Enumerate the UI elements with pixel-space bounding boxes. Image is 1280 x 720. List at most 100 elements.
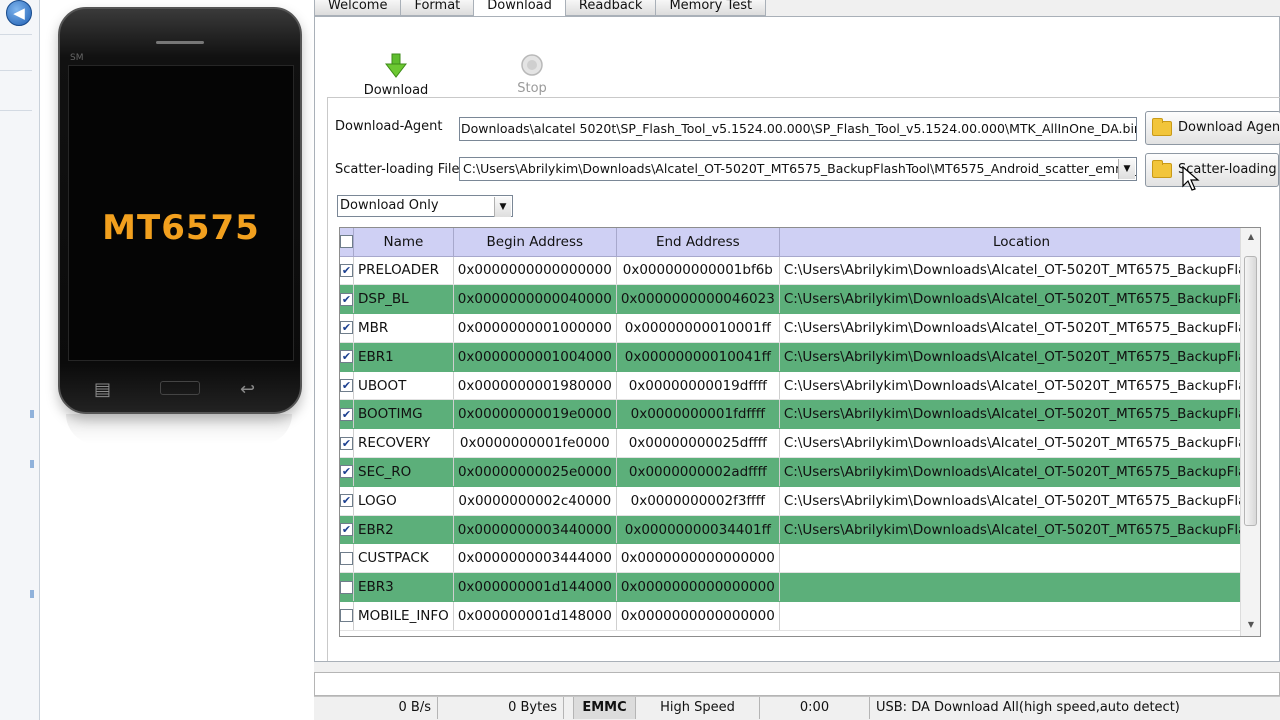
select-all-checkbox[interactable] — [340, 228, 354, 257]
location-path: C:\Users\Abrilykim\Downloads\Alcatel_OT-… — [779, 313, 1260, 343]
partition-name: EBR1 — [353, 342, 454, 372]
table-scrollbar[interactable]: ▲ ▼ — [1240, 228, 1260, 636]
strip-divider — [0, 110, 32, 111]
phone-brand-mark: SM — [70, 53, 84, 63]
status-spacer — [564, 697, 574, 719]
status-speed: High Speed — [636, 697, 760, 719]
download-agent-path[interactable]: Downloads\alcatel 5020t\SP_Flash_Tool_v5… — [459, 117, 1137, 141]
table-row[interactable]: ✔ LOGO 0x0000000002c40000 0x0000000002f3fff… — [340, 486, 1260, 516]
download-button[interactable]: Download — [361, 53, 431, 98]
table-row[interactable]: ✔ EBR1 0x0000000001004000 0x00000000010041f… — [340, 342, 1260, 372]
location-path — [779, 543, 1260, 574]
checked-checkbox[interactable]: ✔ — [340, 494, 353, 508]
table-row[interactable]: ✔ BOOTIMG 0x00000000019e0000 0x0000000001fd… — [340, 399, 1260, 430]
partition-name: UBOOT — [353, 371, 454, 401]
checked-checkbox[interactable]: ✔ — [340, 263, 353, 277]
row-checkbox-cell[interactable]: ✔ — [340, 371, 354, 401]
table-row[interactable]: ✔ DSP_BL 0x0000000000040000 0x0000000000046… — [340, 284, 1260, 315]
table-row[interactable]: ✔ EBR2 0x0000000003440000 0x00000000034401f… — [340, 515, 1260, 545]
tab-memory-test[interactable]: Memory Test — [655, 0, 767, 16]
table-row[interactable]: CUSTPACK 0x0000000003444000 0x000000000000… — [340, 543, 1260, 574]
download-mode-select[interactable]: Download Only ▼ — [337, 195, 513, 217]
end-address: 0x00000000019dffff — [616, 371, 780, 401]
row-checkbox-cell[interactable]: ✔ — [340, 284, 354, 315]
row-checkbox-cell[interactable]: ✔ — [340, 342, 354, 372]
location-path — [779, 601, 1260, 631]
unchecked-checkbox[interactable] — [340, 609, 353, 623]
row-checkbox-cell[interactable]: ✔ — [340, 486, 354, 516]
stop-icon — [521, 54, 543, 76]
checked-checkbox[interactable]: ✔ — [340, 321, 353, 335]
location-path: C:\Users\Abrilykim\Downloads\Alcatel_OT-… — [779, 399, 1260, 430]
partition-name: MBR — [353, 313, 454, 343]
location-path: C:\Users\Abrilykim\Downloads\Alcatel_OT-… — [779, 371, 1260, 401]
scatter-loading-path[interactable]: C:\Users\Abrilykim\Downloads\Alcatel_OT-… — [459, 157, 1137, 181]
tab-format[interactable]: Format — [400, 0, 475, 16]
location-path: C:\Users\Abrilykim\Downloads\Alcatel_OT-… — [779, 342, 1260, 372]
row-checkbox-cell[interactable] — [340, 601, 354, 631]
begin-address: 0x0000000001000000 — [453, 313, 617, 343]
table-row[interactable]: MOBILE_INFO 0x000000001d148000 0x000000000… — [340, 601, 1260, 631]
status-usb-mode: USB: DA Download All(high speed,auto det… — [876, 700, 1180, 715]
scrollbar-thumb[interactable] — [1244, 256, 1257, 526]
download-agent-button-label: Download Agent — [1178, 120, 1280, 135]
row-checkbox-cell[interactable] — [340, 572, 354, 603]
begin-address: 0x00000000019e0000 — [453, 399, 617, 430]
location-path: C:\Users\Abrilykim\Downloads\Alcatel_OT-… — [779, 256, 1260, 286]
progress-bar — [314, 672, 1280, 696]
download-button-label: Download — [363, 83, 429, 98]
row-checkbox-cell[interactable]: ✔ — [340, 399, 354, 430]
stop-button[interactable]: Stop — [505, 53, 559, 96]
location-path: C:\Users\Abrilykim\Downloads\Alcatel_OT-… — [779, 515, 1260, 545]
table-row[interactable]: ✔ RECOVERY 0x0000000001fe0000 0x00000000025… — [340, 428, 1260, 459]
select-all-box[interactable] — [340, 235, 353, 249]
unchecked-checkbox[interactable] — [340, 551, 353, 565]
end-address: 0x000000000001bf6b — [616, 256, 780, 286]
end-address: 0x00000000010041ff — [616, 342, 780, 372]
download-agent-path-text: Downloads\alcatel 5020t\SP_Flash_Tool_v5… — [461, 121, 1137, 136]
table-row[interactable]: ✔ PRELOADER 0x0000000000000000 0x0000000000… — [340, 256, 1260, 286]
begin-address: 0x0000000001980000 — [453, 371, 617, 401]
table-row[interactable]: EBR3 0x000000001d144000 0x0000000000000000 — [340, 572, 1260, 603]
row-checkbox-cell[interactable] — [340, 543, 354, 574]
folder-icon — [1152, 118, 1172, 136]
row-checkbox-cell[interactable]: ✔ — [340, 457, 354, 487]
partition-name: DSP_BL — [353, 284, 454, 315]
tab-welcome[interactable]: Welcome — [314, 0, 402, 16]
download-agent-button[interactable]: Download Agent — [1145, 111, 1280, 145]
end-address: 0x0000000002f3ffff — [616, 486, 780, 516]
scroll-down-icon[interactable]: ▼ — [1241, 620, 1260, 629]
strip-marker — [30, 410, 34, 418]
checked-checkbox[interactable]: ✔ — [340, 523, 353, 537]
column-header-location[interactable]: Location — [779, 228, 1260, 257]
location-path: C:\Users\Abrilykim\Downloads\Alcatel_OT-… — [779, 428, 1260, 459]
table-row[interactable]: ✔ MBR 0x0000000001000000 0x00000000010001ff… — [340, 313, 1260, 343]
scroll-up-icon[interactable]: ▲ — [1241, 232, 1260, 241]
back-arrow-icon[interactable]: ◀ — [6, 0, 32, 26]
checked-checkbox[interactable]: ✔ — [340, 465, 353, 479]
checked-checkbox[interactable]: ✔ — [340, 292, 353, 306]
row-checkbox-cell[interactable]: ✔ — [340, 428, 354, 459]
status-storage-type: EMMC — [574, 697, 636, 719]
column-header-end-address[interactable]: End Address — [616, 228, 780, 257]
tab-readback[interactable]: Readback — [564, 0, 657, 16]
table-row[interactable]: ✔ SEC_RO 0x00000000025e0000 0x0000000002adf… — [340, 457, 1260, 487]
tab-download[interactable]: Download — [473, 0, 566, 17]
chevron-down-icon[interactable]: ▼ — [1118, 159, 1135, 179]
checked-checkbox[interactable]: ✔ — [340, 436, 353, 450]
begin-address: 0x0000000002c40000 — [453, 486, 617, 516]
chevron-down-icon[interactable]: ▼ — [494, 197, 511, 217]
location-path: C:\Users\Abrilykim\Downloads\Alcatel_OT-… — [779, 486, 1260, 516]
checked-checkbox[interactable]: ✔ — [340, 350, 353, 364]
end-address: 0x00000000010001ff — [616, 313, 780, 343]
checked-checkbox[interactable]: ✔ — [340, 407, 353, 421]
table-row[interactable]: ✔ UBOOT 0x0000000001980000 0x00000000019dff… — [340, 371, 1260, 401]
row-checkbox-cell[interactable]: ✔ — [340, 256, 354, 286]
column-header-name[interactable]: Name — [353, 228, 454, 257]
checked-checkbox[interactable]: ✔ — [340, 379, 353, 393]
column-header-begin-address[interactable]: Begin Address — [453, 228, 617, 257]
unchecked-checkbox[interactable] — [340, 580, 353, 594]
row-checkbox-cell[interactable]: ✔ — [340, 515, 354, 545]
row-checkbox-cell[interactable]: ✔ — [340, 313, 354, 343]
scatter-loading-button[interactable]: Scatter-loading — [1145, 153, 1279, 187]
